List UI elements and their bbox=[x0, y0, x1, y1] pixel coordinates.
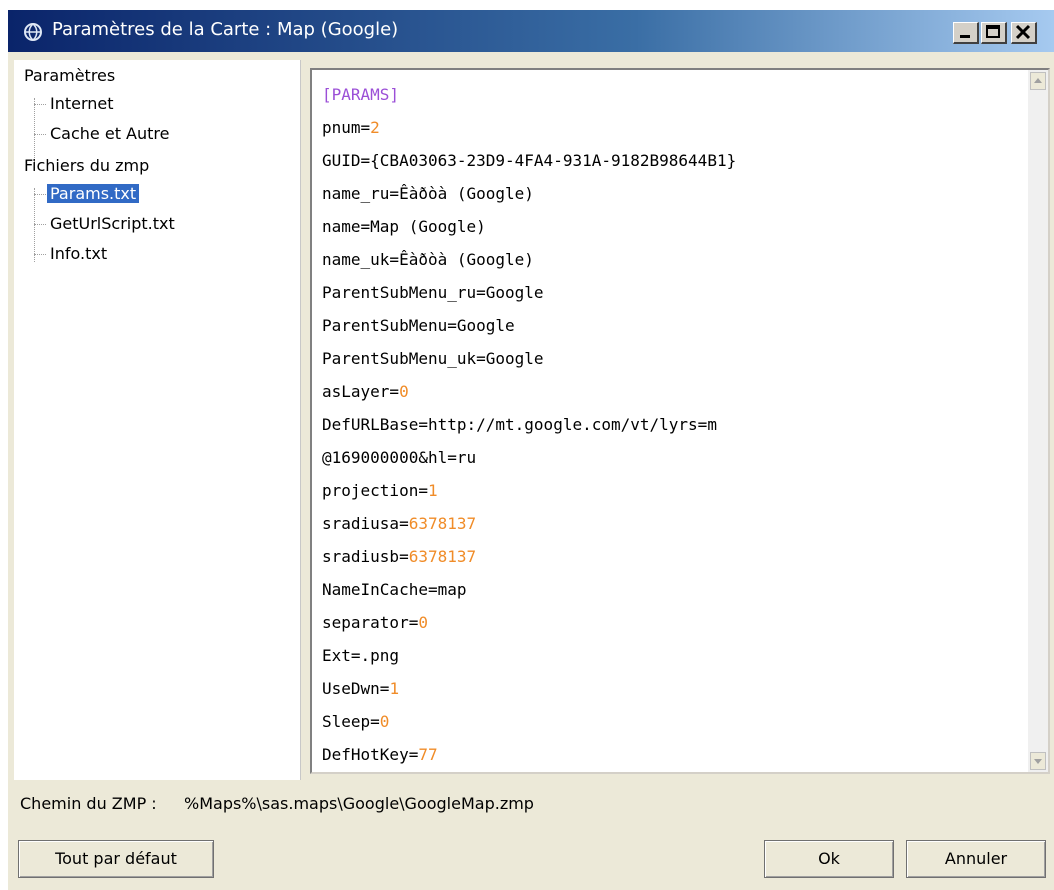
code-line: ParentSubMenu_uk=Google bbox=[322, 349, 544, 368]
dialog-window: Paramètres de la Carte : Map (Google) Pa… bbox=[8, 10, 1054, 890]
reset-defaults-button[interactable]: Tout par défaut bbox=[18, 840, 214, 878]
arrow-up-icon bbox=[1034, 78, 1042, 83]
code-number-value: 0 bbox=[418, 613, 428, 632]
code-key: projection= bbox=[322, 481, 428, 500]
code-key: sradiusb= bbox=[322, 547, 409, 566]
code-key: Sleep= bbox=[322, 712, 380, 731]
code-line: name_uk=Êàðòà (Google) bbox=[322, 250, 534, 269]
code-key: pnum= bbox=[322, 118, 371, 137]
code-line: GUID={CBA03063-23D9-4FA4-931A-9182B98644… bbox=[322, 151, 737, 170]
code-line: NameInCache=map bbox=[322, 580, 467, 599]
code-number-value: 1 bbox=[389, 679, 400, 698]
code-number-value: 1 bbox=[427, 481, 438, 500]
ok-button[interactable]: Ok bbox=[764, 840, 894, 878]
tree-item-geturlscript-txt[interactable]: GetUrlScript.txt bbox=[50, 214, 175, 233]
tree-group-parametres[interactable]: Paramètres bbox=[24, 66, 115, 85]
code-key: sradiusa= bbox=[322, 514, 409, 533]
code-line: [PARAMS] bbox=[322, 85, 400, 104]
tree-guide-line bbox=[34, 224, 46, 225]
minimize-button[interactable] bbox=[953, 22, 979, 44]
code-line: Ext=.png bbox=[322, 646, 400, 665]
tree-item-info-txt[interactable]: Info.txt bbox=[50, 244, 107, 263]
maximize-button[interactable] bbox=[981, 22, 1007, 44]
minimize-icon bbox=[960, 35, 970, 38]
title-bar[interactable]: Paramètres de la Carte : Map (Google) bbox=[8, 10, 1054, 52]
code-line: name=Map (Google) bbox=[322, 217, 486, 236]
maximize-icon bbox=[986, 25, 1000, 38]
code-line: sradiusa=6378137 bbox=[322, 507, 736, 540]
zmp-path-bar: Chemin du ZMP : %Maps%\sas.maps\Google\G… bbox=[8, 788, 1054, 820]
close-button[interactable] bbox=[1011, 22, 1037, 44]
globe-app-icon bbox=[24, 23, 42, 41]
tree-item-internet[interactable]: Internet bbox=[50, 94, 114, 113]
zmp-path-label: Chemin du ZMP : bbox=[20, 794, 157, 813]
code-line: name_ru=Êàðòà (Google) bbox=[322, 184, 534, 203]
tree-item-params-txt[interactable]: Params.txt bbox=[47, 184, 140, 203]
code-number-value: 6378137 bbox=[408, 514, 477, 533]
tree-guide-line bbox=[34, 134, 46, 135]
code-key: asLayer= bbox=[322, 382, 400, 401]
code-line: sradiusb=6378137 bbox=[322, 540, 736, 573]
file-editor[interactable]: [PARAMS] pnum=2 GUID={CBA03063-23D9-4FA4-9… bbox=[310, 68, 1050, 774]
code-line: Sleep=0 bbox=[322, 705, 736, 738]
code-line: projection=1 bbox=[322, 474, 736, 507]
code-line: asLayer=0 bbox=[322, 375, 736, 408]
code-line: DefHotKey=77 bbox=[322, 738, 736, 771]
tree-guide-line bbox=[34, 194, 46, 195]
code-key: UseDwn= bbox=[322, 679, 390, 698]
code-number-value: 77 bbox=[418, 745, 438, 764]
cancel-button[interactable]: Annuler bbox=[906, 840, 1046, 878]
tree-group-fichiers[interactable]: Fichiers du zmp bbox=[24, 156, 149, 175]
code-number-value: 0 bbox=[399, 382, 409, 401]
scroll-up-arrow[interactable] bbox=[1030, 72, 1046, 90]
code-line: UseDwn=1 bbox=[322, 672, 736, 705]
vertical-scrollbar[interactable] bbox=[1028, 70, 1048, 772]
zmp-path-value: %Maps%\sas.maps\Google\GoogleMap.zmp bbox=[184, 794, 534, 813]
window-title: Paramètres de la Carte : Map (Google) bbox=[52, 19, 399, 40]
settings-tree: Paramètres Internet Cache et Autre Fichi… bbox=[14, 60, 301, 780]
code-line: ContentType=image/png bbox=[322, 771, 736, 772]
close-icon bbox=[1015, 24, 1031, 40]
code-text[interactable]: [PARAMS] pnum=2 GUID={CBA03063-23D9-4FA4-9… bbox=[322, 78, 737, 772]
code-line: DefURLBase=http://mt.google.com/vt/lyrs=… bbox=[322, 415, 717, 434]
tree-guide-line bbox=[34, 188, 35, 262]
scroll-down-arrow[interactable] bbox=[1030, 752, 1046, 770]
code-line: separator=0 bbox=[322, 606, 736, 639]
code-number-value: 0 bbox=[379, 712, 390, 731]
code-line: ParentSubMenu=Google bbox=[322, 316, 515, 335]
code-key: separator= bbox=[322, 613, 419, 632]
code-line: ParentSubMenu_ru=Google bbox=[322, 283, 544, 302]
tree-guide-line bbox=[34, 254, 46, 255]
code-line: pnum=2 bbox=[322, 111, 736, 144]
tree-item-cache[interactable]: Cache et Autre bbox=[50, 124, 169, 143]
code-key: DefHotKey= bbox=[322, 745, 419, 764]
arrow-down-icon bbox=[1034, 759, 1042, 764]
code-number-value: 2 bbox=[370, 118, 380, 137]
code-line: @169000000&hl=ru bbox=[322, 448, 477, 467]
code-number-value: 6378137 bbox=[408, 547, 477, 566]
tree-guide-line bbox=[34, 104, 46, 105]
